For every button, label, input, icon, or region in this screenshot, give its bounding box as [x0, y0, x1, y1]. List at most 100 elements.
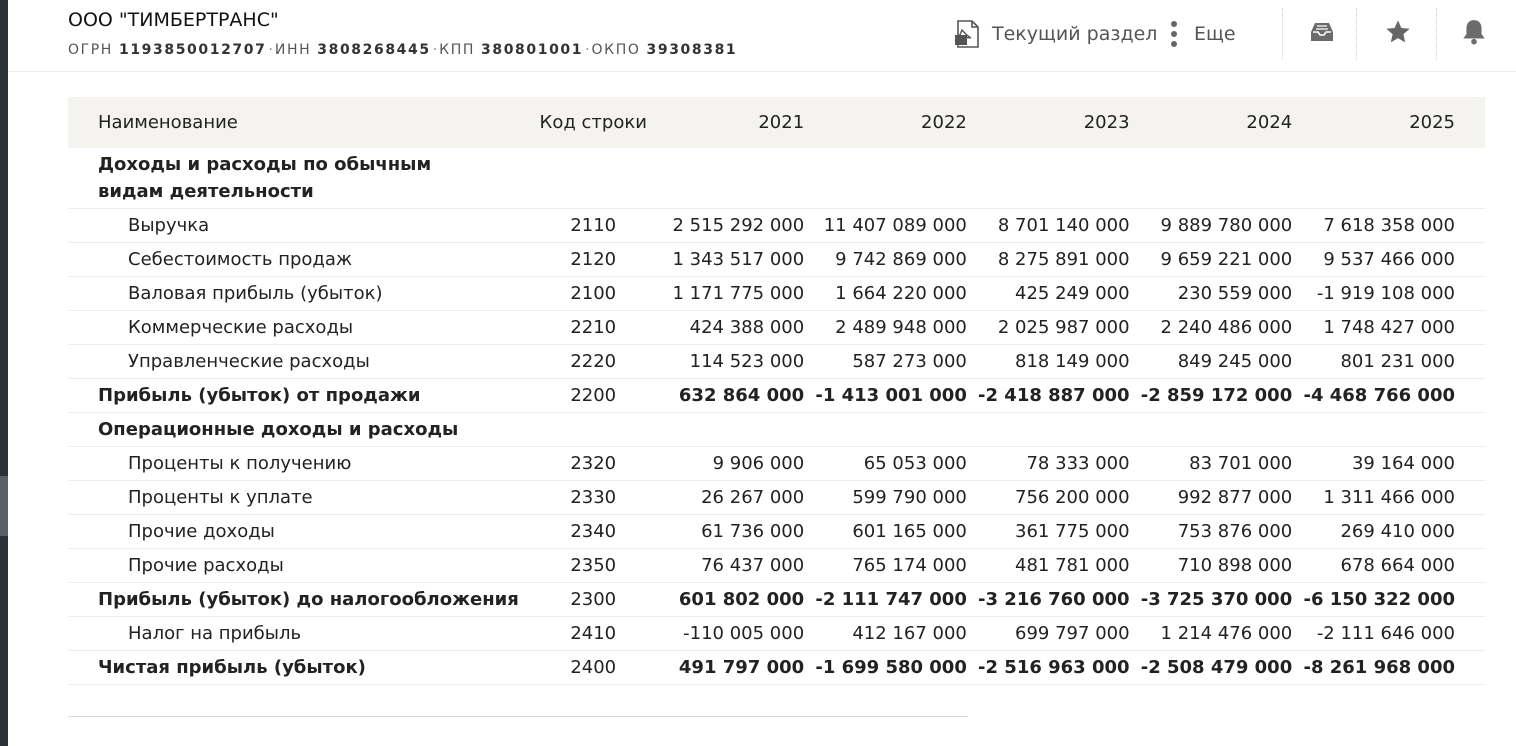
column-header-code: Код строки [538, 97, 648, 148]
row-name: Прочие доходы [68, 514, 539, 549]
row-value [1292, 412, 1485, 447]
more-vertical-icon [1170, 19, 1178, 49]
row-value: 599 790 000 [804, 480, 967, 515]
row-value: 765 174 000 [804, 548, 967, 583]
column-header-year: 2023 [966, 97, 1130, 148]
row-name: Налог на прибыль [68, 616, 539, 651]
table-total-row: Чистая прибыль (убыток) 2400 491 797 000 -1… [68, 650, 1485, 685]
row-code: 2210 [538, 310, 648, 345]
table-row: Налог на прибыль 2410 -110 005 000 412 167 … [68, 616, 1485, 651]
inbox-icon [1309, 20, 1335, 48]
column-header-name: Наименование [68, 97, 539, 148]
row-value: 801 231 000 [1292, 344, 1485, 379]
row-code: 2410 [538, 616, 648, 651]
row-value [647, 412, 805, 447]
table-row: Валовая прибыль (убыток) 2100 1 171 775 00… [68, 276, 1485, 311]
row-value: 678 664 000 [1292, 548, 1485, 583]
row-value: 1 748 427 000 [1292, 310, 1485, 345]
row-value: -1 699 580 000 [804, 650, 967, 685]
row-value: -2 516 963 000 [966, 650, 1130, 685]
table-header-row: Наименование Код строки 2021 2022 2023 2… [68, 97, 1485, 148]
row-value: 9 659 221 000 [1129, 242, 1293, 277]
row-value: 1 214 476 000 [1129, 616, 1293, 651]
column-header-year: 2022 [804, 97, 967, 148]
ogrn-value: 1193850012707 [119, 42, 267, 58]
table-row: Проценты к уплате 2330 26 267 000 599 790 0… [68, 480, 1485, 515]
row-value: -6 150 322 000 [1292, 582, 1485, 617]
row-value: 710 898 000 [1129, 548, 1293, 583]
row-value: -8 261 968 000 [1292, 650, 1485, 685]
row-value: 849 245 000 [1129, 344, 1293, 379]
table-section-row: Операционные доходы и расходы [68, 412, 1485, 447]
row-value: 230 559 000 [1129, 276, 1293, 311]
left-sidebar-edge [0, 0, 8, 746]
divider-line [68, 716, 968, 717]
current-section-pdf-button[interactable]: Текущий раздел [952, 14, 1157, 54]
row-value: 9 742 869 000 [804, 242, 967, 277]
row-value: 699 797 000 [966, 616, 1130, 651]
row-value: -1 413 001 000 [804, 378, 967, 413]
row-value: 39 164 000 [1292, 446, 1485, 481]
row-value: 114 523 000 [647, 344, 805, 379]
row-value: 65 053 000 [804, 446, 967, 481]
row-code: 2100 [538, 276, 648, 311]
column-header-year: 2024 [1129, 97, 1293, 148]
pdf-icon [952, 18, 984, 50]
row-value: -2 111 646 000 [1292, 616, 1485, 651]
row-value: 2 240 486 000 [1129, 310, 1293, 345]
row-value: 756 200 000 [966, 480, 1130, 515]
row-value: 8 701 140 000 [966, 208, 1130, 243]
notifications-button[interactable] [1454, 16, 1494, 52]
row-value: -2 418 887 000 [966, 378, 1130, 413]
more-button[interactable]: Еще [1170, 14, 1236, 54]
row-value: -2 859 172 000 [1129, 378, 1293, 413]
financial-results-table: Наименование Код строки 2021 2022 2023 2… [68, 97, 1485, 685]
row-code: 2220 [538, 344, 648, 379]
row-value: 2 489 948 000 [804, 310, 967, 345]
row-name: Коммерческие расходы [68, 310, 539, 345]
table-row: Себестоимость продаж 2120 1 343 517 000 9 7… [68, 242, 1485, 277]
row-value: 1 664 220 000 [804, 276, 967, 311]
row-value: 83 701 000 [1129, 446, 1293, 481]
ogrn-label: ОГРН [68, 42, 113, 58]
star-icon [1384, 18, 1412, 50]
table-row: Прочие доходы 2340 61 736 000 601 165 000 36… [68, 514, 1485, 549]
row-name: Операционные доходы и расходы [68, 412, 539, 447]
row-value: 1 311 466 000 [1292, 480, 1485, 515]
separator: · [268, 42, 273, 58]
row-value: 9 889 780 000 [1129, 208, 1293, 243]
section-title: Доходы и расходы по обычным видам деятел… [98, 154, 432, 202]
row-value: 424 388 000 [647, 310, 805, 345]
row-value: 78 333 000 [966, 446, 1130, 481]
inn-label: ИНН [274, 42, 312, 58]
row-code: 2320 [538, 446, 648, 481]
table-row: Коммерческие расходы 2210 424 388 000 2 489… [68, 310, 1485, 345]
row-code: 2340 [538, 514, 648, 549]
row-value: -4 468 766 000 [1292, 378, 1485, 413]
row-value: 2 515 292 000 [647, 208, 805, 243]
kpp-value: 380801001 [481, 42, 584, 58]
okpo-value: 39308381 [646, 42, 738, 58]
row-value: -3 725 370 000 [1129, 582, 1293, 617]
row-value: -2 111 747 000 [804, 582, 967, 617]
separator: · [432, 42, 438, 58]
toolbar-divider [1356, 8, 1358, 60]
row-value: 26 267 000 [647, 480, 805, 515]
inbox-button[interactable] [1302, 16, 1342, 52]
favorite-button[interactable] [1378, 16, 1418, 52]
toolbar-divider [1282, 8, 1284, 60]
row-value: 601 802 000 [647, 582, 805, 617]
row-code: 2350 [538, 548, 648, 583]
row-code: 2400 [538, 650, 648, 685]
page-header: ООО "ТИМБЕРТРАНС" ОГРН 1193850012707 · ИНН… [8, 0, 1516, 72]
row-name: Себестоимость продаж [68, 242, 539, 277]
row-name: Проценты к получению [68, 446, 539, 481]
sidebar-toggle-handle[interactable] [0, 476, 8, 536]
row-value [1129, 412, 1293, 447]
row-code: 2110 [538, 208, 648, 243]
row-value [966, 412, 1130, 447]
current-section-label: Текущий раздел [992, 23, 1158, 45]
column-header-year: 2025 [1292, 97, 1485, 148]
row-value [804, 412, 967, 447]
row-code [538, 412, 648, 447]
